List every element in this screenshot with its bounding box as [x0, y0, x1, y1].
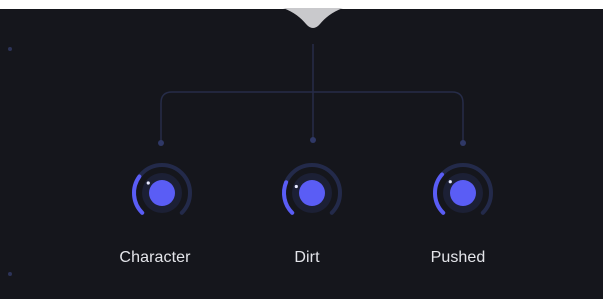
knob-pointer-dot [146, 181, 150, 185]
connector-branch-left [160, 91, 313, 142]
knob-dial [132, 163, 192, 215]
knob-value-arc [433, 172, 446, 215]
knob-dirt[interactable] [276, 157, 348, 229]
connector-dot-dirt [310, 137, 316, 143]
knob-label-pushed: Pushed [430, 249, 486, 266]
knob-value-arc [282, 180, 295, 215]
knob-label-character: Character [119, 249, 191, 266]
knob-pushed[interactable] [427, 157, 499, 229]
macro-source-notch[interactable] [283, 8, 343, 28]
connector-dot-character [158, 140, 164, 146]
knob-dial [282, 163, 342, 215]
knob-pointer-dot [448, 180, 452, 184]
knob-value-arc [132, 174, 145, 215]
connector-dot-pushed [460, 140, 466, 146]
knob-character[interactable] [126, 157, 198, 229]
macro-panel: Character Dirt Pushed [0, 0, 603, 306]
knob-label-dirt: Dirt [294, 249, 320, 266]
knob-pointer-dot [294, 184, 298, 189]
knob-dial [433, 163, 493, 215]
knob-cap [149, 180, 175, 206]
knob-cap [299, 180, 325, 206]
connector-branch-right [313, 91, 464, 142]
knob-cap [450, 180, 476, 206]
